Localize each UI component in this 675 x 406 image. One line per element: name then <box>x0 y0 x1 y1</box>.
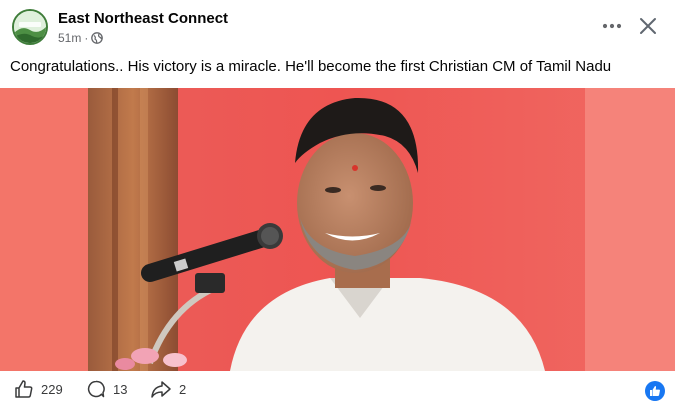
thumbs-up-icon <box>15 380 33 398</box>
comment-action[interactable]: 13 <box>86 379 127 399</box>
close-button[interactable] <box>636 14 660 38</box>
more-horizontal-icon <box>602 23 622 29</box>
like-action[interactable]: 229 <box>14 379 63 399</box>
globe-icon <box>91 32 104 44</box>
post-caption: Congratulations.. His victory is a mirac… <box>10 58 612 75</box>
share-icon <box>151 381 171 398</box>
avatar-logo-icon <box>14 11 46 43</box>
page-avatar[interactable] <box>12 9 48 45</box>
more-options-button[interactable] <box>597 16 627 36</box>
page-name[interactable]: East Northeast Connect <box>58 10 228 27</box>
comment-count: 13 <box>113 381 128 397</box>
share-count: 2 <box>179 381 187 397</box>
post-card: East Northeast Connect 51m · Congratulat… <box>0 0 675 406</box>
post-photo[interactable] <box>0 88 675 371</box>
close-icon <box>640 18 656 34</box>
post-header: East Northeast Connect 51m · <box>0 0 675 54</box>
post-footer: 229 13 2 <box>0 371 675 406</box>
speaker-photo-image <box>0 88 675 371</box>
post-time[interactable]: 51m <box>58 31 81 45</box>
comment-icon <box>87 380 105 398</box>
like-reaction-icon <box>650 386 660 396</box>
like-reaction-badge[interactable] <box>645 381 665 401</box>
share-action[interactable]: 2 <box>150 379 186 399</box>
meta-separator: · <box>84 31 89 45</box>
like-count: 229 <box>41 381 63 397</box>
post-meta: 51m · <box>58 31 104 45</box>
